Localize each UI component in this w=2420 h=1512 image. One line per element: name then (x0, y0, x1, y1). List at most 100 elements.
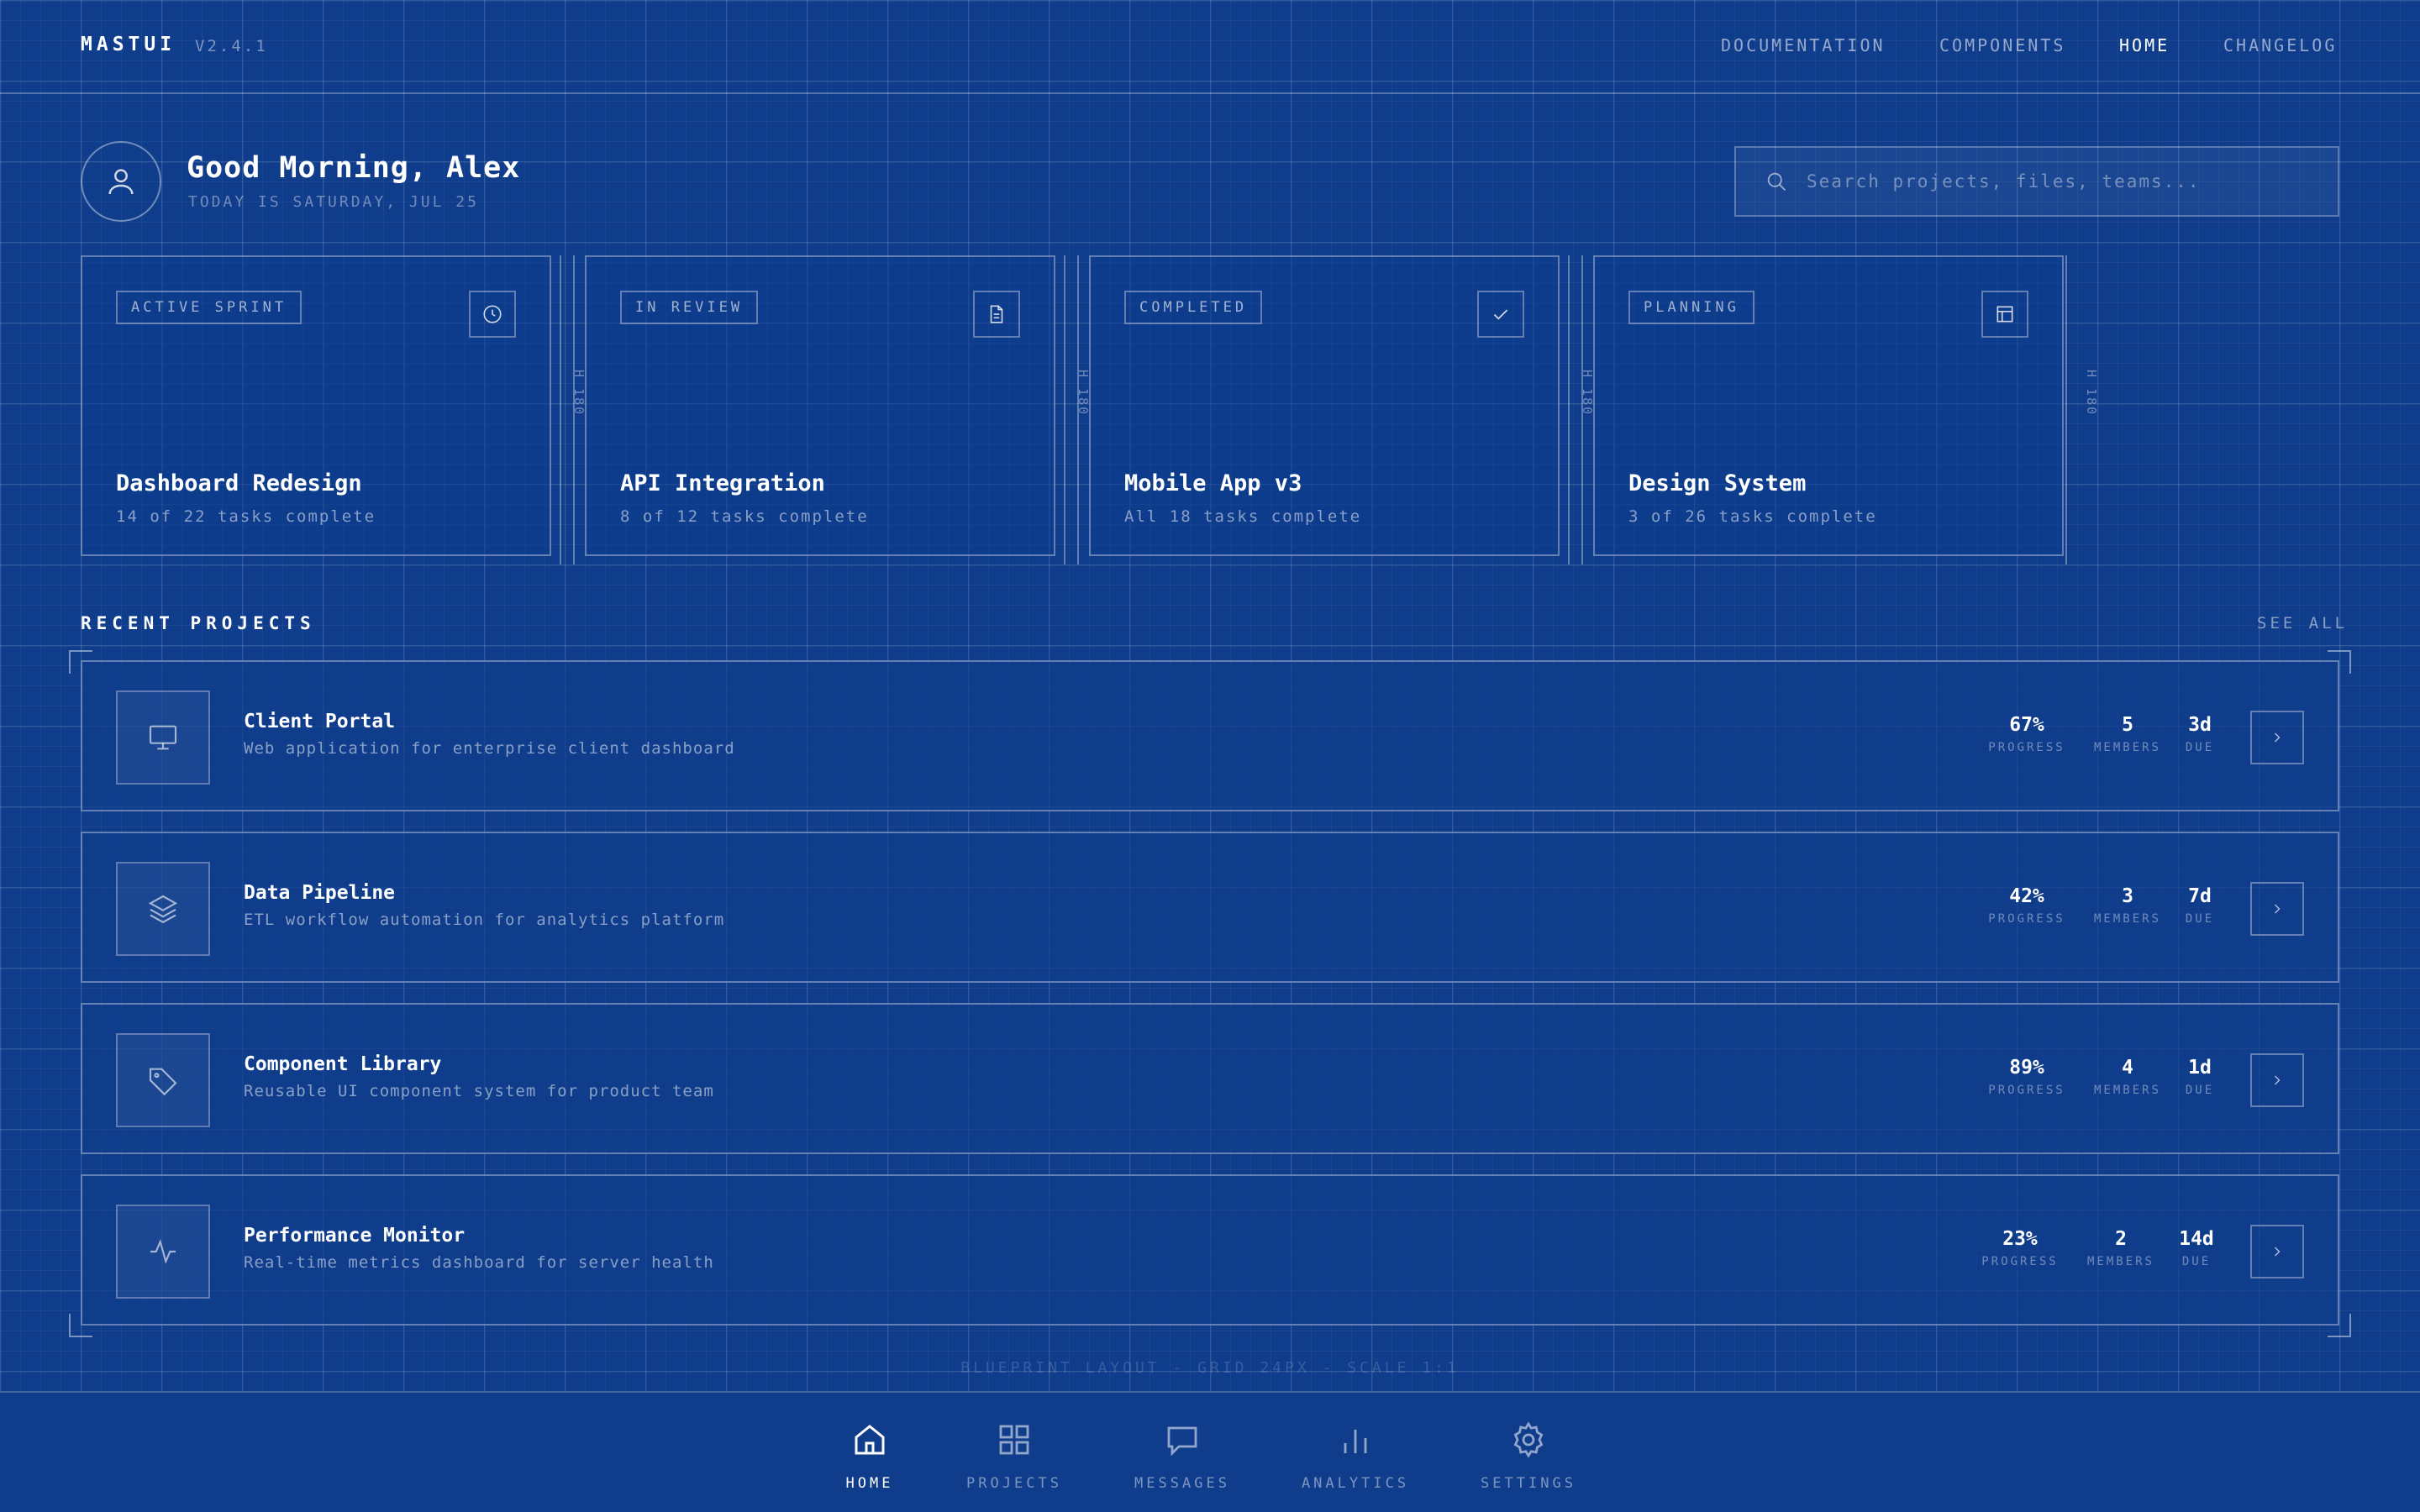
project-description: ETL workflow automation for analytics pl… (244, 911, 725, 929)
project-description: Real-time metrics dashboard for server h… (244, 1253, 714, 1272)
avatar[interactable] (81, 141, 161, 222)
dimension-label: H 180 (571, 370, 587, 417)
open-project-button[interactable] (2250, 882, 2304, 936)
bottom-nav-settings[interactable]: SETTINGS (1465, 1418, 1591, 1492)
dimension-line (2065, 255, 2081, 564)
bottom-nav: HOME PROJECTS MESSAGES ANALYTICS SETTING… (0, 1391, 2420, 1512)
activity-icon (150, 1239, 176, 1264)
bottom-nav-label: PROJECTS (966, 1475, 1062, 1492)
layout-icon (1996, 306, 2013, 323)
card-icon-button[interactable] (973, 291, 1020, 338)
dimension-label: H 180 (1580, 370, 1595, 417)
due-label: DUE (2185, 1084, 2215, 1097)
project-row-client-portal[interactable]: Client Portal Web application for enterp… (81, 660, 2339, 811)
bottom-nav-home[interactable]: HOME (807, 1418, 933, 1492)
check-icon (1493, 309, 1508, 320)
due-stat: 14d DUE (2146, 1228, 2247, 1268)
greeting-title: Good Morning, Alex (187, 151, 521, 185)
bottom-nav-label: MESSAGES (1134, 1475, 1230, 1492)
chevron-right-icon (2275, 1075, 2281, 1085)
status-card-design-system[interactable]: PLANNING Design System 3 of 26 tasks com… (1593, 255, 2064, 556)
tag-icon (149, 1068, 177, 1096)
project-name: Component Library (244, 1053, 442, 1075)
open-project-button[interactable] (2250, 711, 2304, 764)
dimension-label: H 180 (2084, 370, 2099, 417)
project-description: Reusable UI component system for product… (244, 1082, 714, 1100)
clock-icon (483, 305, 502, 323)
gear-icon (1513, 1421, 1544, 1458)
card-icon-button[interactable] (1981, 291, 2028, 338)
bar-chart-icon (1344, 1430, 1367, 1453)
chevron-right-icon (2275, 1247, 2281, 1257)
card-subtitle: All 18 tasks complete (1124, 507, 1362, 526)
chevron-right-icon (2275, 732, 2281, 743)
project-name: Data Pipeline (244, 882, 396, 904)
card-icon-button[interactable] (469, 291, 516, 338)
nav-components[interactable]: COMPONENTS (1939, 35, 2065, 55)
status-card-mobile-app[interactable]: COMPLETED Mobile App v3 All 18 tasks com… (1089, 255, 1560, 556)
project-row-data-pipeline[interactable]: Data Pipeline ETL workflow automation fo… (81, 832, 2339, 983)
due-label: DUE (2181, 1255, 2212, 1268)
monitor-icon (149, 725, 177, 750)
due-stat: 3d DUE (2149, 714, 2250, 754)
progress-stat: 89% PROGRESS (1976, 1057, 2077, 1097)
progress-label: PROGRESS (1981, 1255, 2059, 1268)
card-title: Mobile App v3 (1124, 470, 1302, 496)
message-icon (1167, 1426, 1197, 1457)
bottom-nav-messages[interactable]: MESSAGES (1119, 1418, 1245, 1492)
progress-value: 42% (2009, 885, 2044, 907)
card-title: Dashboard Redesign (116, 470, 362, 496)
due-label: DUE (2185, 741, 2215, 754)
nav-home[interactable]: HOME (2119, 35, 2170, 55)
progress-stat: 42% PROGRESS (1976, 885, 2077, 926)
search-box[interactable] (1734, 146, 2339, 217)
document-icon (990, 305, 1003, 323)
open-project-button[interactable] (2250, 1053, 2304, 1107)
project-name: Performance Monitor (244, 1225, 466, 1247)
search-input[interactable] (1807, 171, 2311, 192)
bottom-nav-label: SETTINGS (1481, 1475, 1576, 1492)
due-value: 3d (2188, 714, 2212, 736)
due-stat: 7d DUE (2149, 885, 2250, 926)
card-subtitle: 14 of 22 tasks complete (116, 507, 376, 526)
project-description: Web application for enterprise client da… (244, 739, 735, 758)
project-icon (116, 862, 210, 956)
nav-documentation[interactable]: DOCUMENTATION (1721, 35, 1886, 55)
progress-value: 89% (2009, 1057, 2044, 1079)
open-project-button[interactable] (2250, 1225, 2304, 1278)
section-title: RECENT PROJECTS (81, 613, 316, 633)
project-icon (116, 1033, 210, 1127)
status-badge: ACTIVE SPRINT (116, 291, 302, 324)
grid-icon (999, 1425, 1029, 1455)
layers-icon (148, 895, 178, 924)
progress-value: 67% (2009, 714, 2044, 736)
version-label: V2.4.1 (195, 37, 268, 55)
project-name: Client Portal (244, 711, 396, 732)
search-icon (1767, 172, 1786, 192)
status-card-api-integration[interactable]: IN REVIEW API Integration 8 of 12 tasks … (585, 255, 1055, 556)
blueprint-footnote: BLUEPRINT LAYOUT - GRID 24PX - SCALE 1:1 (960, 1359, 1460, 1377)
card-icon-button[interactable] (1477, 291, 1524, 338)
nav-changelog[interactable]: CHANGELOG (2223, 35, 2337, 55)
card-title: API Integration (620, 470, 825, 496)
dimension-label: H 180 (1076, 370, 1091, 417)
project-icon (116, 690, 210, 785)
project-icon (116, 1205, 210, 1299)
bottom-nav-label: ANALYTICS (1301, 1475, 1410, 1492)
bottom-nav-projects[interactable]: PROJECTS (951, 1418, 1077, 1492)
due-value: 1d (2188, 1057, 2212, 1079)
progress-stat: 67% PROGRESS (1976, 714, 2077, 754)
status-card-dashboard-redesign[interactable]: ACTIVE SPRINT Dashboard Redesign 14 of 2… (81, 255, 551, 556)
progress-value: 23% (2002, 1228, 2038, 1250)
card-subtitle: 8 of 12 tasks complete (620, 507, 869, 526)
project-row-performance-monitor[interactable]: Performance Monitor Real-time metrics da… (81, 1174, 2339, 1326)
chevron-right-icon (2275, 904, 2281, 914)
progress-label: PROGRESS (1988, 912, 2065, 926)
due-value: 7d (2188, 885, 2212, 907)
project-row-component-library[interactable]: Component Library Reusable UI component … (81, 1003, 2339, 1154)
bottom-nav-analytics[interactable]: ANALYTICS (1292, 1418, 1418, 1492)
see-all-link[interactable]: SEE ALL (2257, 614, 2348, 633)
brand-logo[interactable]: MASTUI (81, 34, 176, 55)
progress-label: PROGRESS (1988, 1084, 2065, 1097)
due-value: 14d (2179, 1228, 2214, 1250)
